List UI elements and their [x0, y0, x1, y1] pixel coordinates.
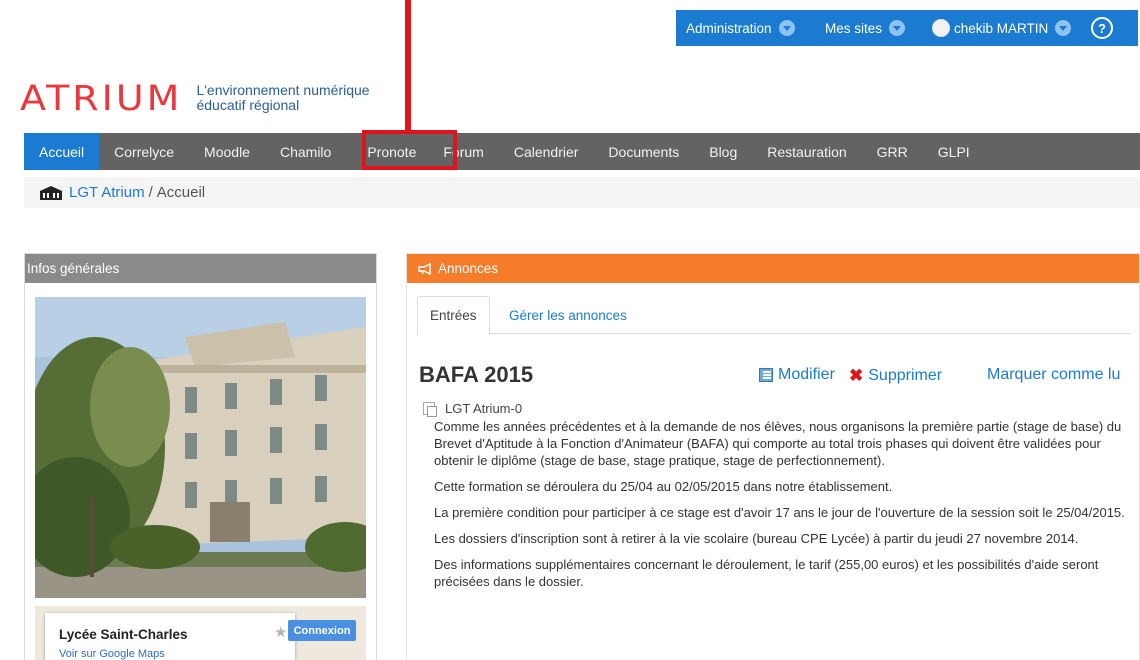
star-icon[interactable]: ★	[274, 623, 287, 641]
atrium-logo[interactable]: ATRIUM L'environnement numérique éducati…	[20, 78, 396, 118]
map-connect-button[interactable]: Connexion	[288, 620, 356, 641]
avatar	[932, 19, 950, 37]
post-paragraph: Cette formation se déroulera du 25/04 au…	[434, 479, 893, 494]
logo-wordmark: ATRIUM	[20, 77, 183, 119]
close-icon: ✖	[849, 366, 864, 385]
nav-item-correlyce[interactable]: Correlyce	[99, 133, 189, 170]
edit-label: Modifier	[778, 366, 835, 383]
breadcrumb-current: Accueil	[156, 184, 206, 201]
annotation-arrow-line	[405, 0, 411, 131]
tagline-line-1: L'environnement numérique	[196, 82, 370, 98]
post-source-label: LGT Atrium-0	[445, 401, 523, 416]
nav-item-blog[interactable]: Blog	[694, 133, 752, 170]
tab-manage-announcements[interactable]: Gérer les annonces	[497, 296, 639, 334]
mark-as-read-link[interactable]: Marquer comme lu	[987, 366, 1120, 384]
nav-item-chamilo[interactable]: Chamilo	[265, 133, 346, 170]
megaphone-icon	[418, 262, 431, 275]
post-paragraph: Les dossiers d'inscription sont à retire…	[434, 531, 1079, 546]
edit-button[interactable]: Modifier	[759, 366, 835, 384]
post-title: BAFA 2015	[419, 362, 534, 387]
nav-item-moodle[interactable]: Moodle	[189, 133, 265, 170]
map-place-card: Lycée Saint-Charles Voir sur Google Maps…	[45, 613, 295, 660]
user-topbar: Administration Mes sites chekib MARTIN ?	[676, 10, 1138, 46]
nav-item-grr[interactable]: GRR	[862, 133, 923, 170]
post-paragraph: Comme les années précédentes et à la dem…	[434, 419, 1122, 468]
google-map[interactable]: Lycée Saint-Charles Voir sur Google Maps…	[35, 606, 366, 660]
chevron-down-icon	[1055, 20, 1072, 36]
school-icon	[40, 185, 62, 200]
post-source: LGT Atrium-0	[423, 401, 523, 417]
user-menu[interactable]: chekib MARTIN	[932, 19, 1072, 37]
announcements-panel: Annonces Entrées Gérer les annonces BAFA…	[406, 253, 1140, 660]
help-icon[interactable]: ?	[1091, 17, 1113, 39]
post-body: Comme les années précédentes et à la dem…	[434, 418, 1134, 599]
administration-menu[interactable]: Administration	[686, 20, 795, 36]
my-sites-label: Mes sites	[825, 20, 883, 36]
tab-entries[interactable]: Entrées	[417, 296, 490, 335]
school-building-image	[35, 297, 366, 598]
school-photo	[35, 297, 366, 598]
nav-item-documents[interactable]: Documents	[593, 133, 694, 170]
nav-item-restauration[interactable]: Restauration	[752, 133, 861, 170]
pronote-highlight-box	[362, 130, 457, 170]
announcements-header: Annonces	[407, 254, 1139, 283]
delete-button[interactable]: ✖ Supprimer	[849, 366, 942, 386]
breadcrumb: LGT Atrium / Accueil	[24, 177, 1140, 208]
breadcrumb-link-lgt-atrium[interactable]: LGT Atrium	[69, 184, 145, 201]
help-glyph: ?	[1098, 20, 1106, 36]
tagline-line-2: éducatif régional	[196, 97, 300, 113]
nav-item-calendrier[interactable]: Calendrier	[499, 133, 594, 170]
logo-tagline: L'environnement numérique éducatif régio…	[196, 83, 396, 113]
announcement-tabs: Entrées Gérer les annonces	[417, 296, 1131, 335]
announcements-title: Annonces	[438, 261, 499, 276]
breadcrumb-separator: /	[148, 184, 153, 201]
map-place-name: Lycée Saint-Charles	[59, 627, 188, 642]
edit-icon	[759, 368, 773, 382]
main-nav: Accueil Correlyce Moodle Chamilo Pronote…	[24, 133, 1140, 170]
nav-item-accueil[interactable]: Accueil	[24, 133, 100, 170]
chevron-down-icon	[889, 20, 906, 36]
post-paragraph: Des informations supplémentaires concern…	[434, 557, 1099, 589]
google-maps-link[interactable]: Voir sur Google Maps	[59, 648, 165, 660]
administration-label: Administration	[686, 20, 772, 36]
chevron-down-icon	[778, 20, 795, 36]
user-name: chekib MARTIN	[954, 20, 1049, 36]
general-info-panel: Infos générales Lycée Saint-Charles Voir…	[24, 253, 377, 660]
nav-item-glpi[interactable]: GLPI	[923, 133, 985, 170]
post-paragraph: La première condition pour participer à …	[434, 505, 1125, 520]
copy-icon	[423, 402, 437, 417]
page: Administration Mes sites chekib MARTIN ?…	[0, 0, 1140, 660]
my-sites-menu[interactable]: Mes sites	[825, 20, 906, 36]
delete-label: Supprimer	[868, 367, 943, 384]
general-info-title: Infos générales	[25, 254, 376, 283]
